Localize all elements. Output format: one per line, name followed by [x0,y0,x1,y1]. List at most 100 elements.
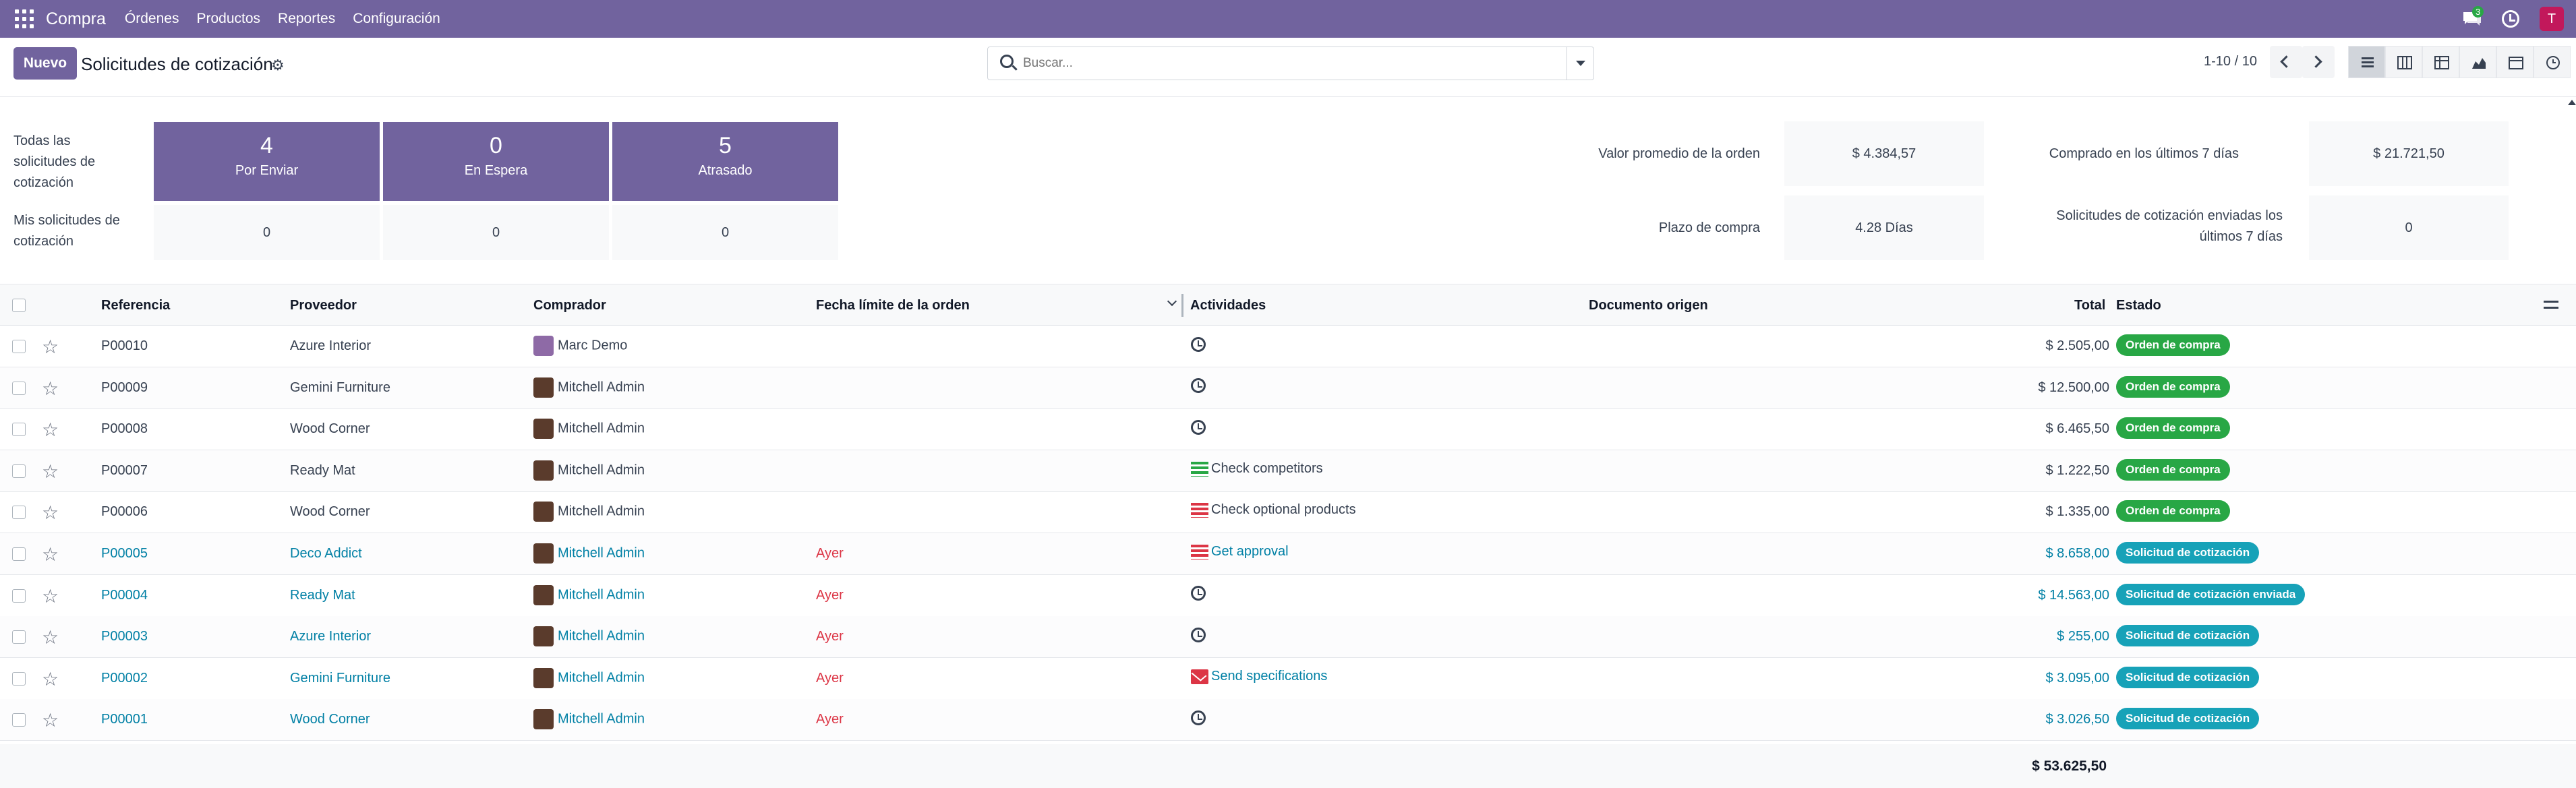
row-checkbox[interactable] [12,547,26,561]
kanban-view-button[interactable] [2385,46,2422,78]
star-icon[interactable]: ☆ [42,460,59,483]
card-late[interactable]: 5 Atrasado [612,122,838,201]
col-ref[interactable]: Referencia [101,298,170,313]
activity-view-button[interactable] [2534,46,2571,78]
cell-vendor: Gemini Furniture [290,380,390,395]
star-icon[interactable]: ☆ [42,709,59,731]
cell-deadline: Ayer [816,629,844,644]
activities-clock-icon[interactable] [2502,10,2519,28]
table-row[interactable]: ☆ P00001 Wood Corner Mitchell Admin Ayer $ 3.… [0,699,2576,741]
table-row[interactable]: ☆ P00005 Deco Addict Mitchell Admin Ayer Get … [0,533,2576,575]
col-state[interactable]: Estado [2116,298,2161,313]
cell-activity[interactable] [1191,336,1206,352]
cell-activity[interactable] [1191,419,1206,435]
pivot-view-button[interactable] [2422,46,2459,78]
my-late-count[interactable]: 0 [612,205,838,260]
clock-icon[interactable] [1191,627,1206,642]
sort-desc-icon[interactable] [1167,296,1177,307]
table-row[interactable]: ☆ P00004 Ready Mat Mitchell Admin Ayer $ 14.5… [0,575,2576,617]
buyer-name: Mitchell Admin [558,545,645,561]
column-resize-handle[interactable] [1181,294,1183,317]
cell-activity[interactable]: Send specifications [1191,669,1327,684]
menu-reportes[interactable]: Reportes [278,11,335,27]
calendar-view-button[interactable] [2496,46,2534,78]
table-row[interactable]: ☆ P00006 Wood Corner Mitchell Admin Check op… [0,491,2576,534]
new-button[interactable]: Nuevo [13,47,77,80]
col-deadline[interactable]: Fecha límite de la orden [816,298,970,313]
user-avatar[interactable]: T [2540,7,2564,31]
cell-activity[interactable] [1191,378,1206,394]
cell-activity[interactable] [1191,627,1206,642]
messages-icon[interactable]: 3 [2461,6,2484,29]
clock-icon[interactable] [1191,419,1206,435]
gear-icon[interactable]: ⚙ [271,57,285,74]
clock-icon[interactable] [1191,710,1206,726]
clock-icon[interactable] [1191,586,1206,601]
cell-vendor: Wood Corner [290,504,370,520]
graph-view-button[interactable] [2459,46,2496,78]
pager-value[interactable]: 1-10 / 10 [2204,54,2257,69]
card-to-send[interactable]: 4 Por Enviar [154,122,380,201]
app-name[interactable]: Compra [46,9,106,29]
search-options-dropdown[interactable] [1567,47,1593,80]
table-row[interactable]: ☆ P00002 Gemini Furniture Mitchell Admin Aye… [0,658,2576,700]
col-origin[interactable]: Documento origen [1589,298,1708,313]
row-checkbox[interactable] [12,381,26,395]
activity-type-icon [1191,461,1208,477]
col-vendor[interactable]: Proveedor [290,298,357,313]
star-icon[interactable]: ☆ [42,377,59,400]
col-buyer[interactable]: Comprador [533,298,606,313]
avg-order-label: Valor promedio de la orden [1598,146,1760,161]
row-checkbox[interactable] [12,464,26,478]
cell-deadline: Ayer [816,670,844,686]
pager-previous-button[interactable] [2270,46,2302,78]
clock-icon[interactable] [1191,378,1206,394]
cell-activity[interactable]: Get approval [1191,544,1289,559]
bought-7d-value: $ 21.721,50 [2309,121,2509,186]
cell-activity[interactable]: Check competitors [1191,461,1323,477]
menu-ordenes[interactable]: Órdenes [125,11,179,27]
star-icon[interactable]: ☆ [42,502,59,524]
table-row[interactable]: ☆ P00009 Gemini Furniture Mitchell Admin $ 1… [0,367,2576,409]
clock-icon[interactable] [1191,336,1206,352]
card-waiting[interactable]: 0 En Espera [383,122,609,201]
pager-next-button[interactable] [2302,46,2335,78]
cell-activity[interactable] [1191,586,1206,601]
row-checkbox[interactable] [12,340,26,353]
row-checkbox[interactable] [12,506,26,520]
star-icon[interactable]: ☆ [42,543,59,566]
col-total[interactable]: Total [2074,298,2105,313]
col-activities[interactable]: Actividades [1190,298,1266,313]
row-checkbox[interactable] [12,588,26,603]
select-all-checkbox[interactable] [12,299,26,312]
star-icon[interactable]: ☆ [42,626,59,648]
table-row[interactable]: ☆ P00010 Azure Interior Marc Demo $ 2.505,00… [0,326,2576,367]
row-checkbox[interactable] [12,713,26,727]
menu-productos[interactable]: Productos [196,11,260,27]
cell-total: $ 14.563,00 [2038,587,2109,603]
menu-configuracion[interactable]: Configuración [353,11,440,27]
table-row[interactable]: ☆ P00003 Azure Interior Mitchell Admin Ayer $… [0,616,2576,659]
cell-activity[interactable] [1191,710,1206,726]
search-input[interactable] [1023,54,1549,73]
search-icon[interactable] [1000,55,1014,68]
row-checkbox[interactable] [12,671,26,686]
star-icon[interactable]: ☆ [42,668,59,690]
my-to-send-count[interactable]: 0 [154,205,380,260]
star-icon[interactable]: ☆ [42,336,59,358]
star-icon[interactable]: ☆ [42,585,59,607]
page-title[interactable]: Solicitudes de cotización [81,54,273,75]
row-checkbox[interactable] [12,423,26,437]
table-row[interactable]: ☆ P00007 Ready Mat Mitchell Admin Check comp… [0,450,2576,492]
my-waiting-count[interactable]: 0 [383,205,609,260]
list-view-button[interactable] [2348,46,2385,78]
app-menu-icon[interactable] [15,9,34,28]
star-icon[interactable]: ☆ [42,419,59,441]
cell-activity[interactable]: Check optional products [1191,502,1356,518]
optional-columns-icon[interactable] [2544,298,2558,311]
scroll-up-arrow[interactable] [2568,100,2576,105]
table-row[interactable]: ☆ P00008 Wood Corner Mitchell Admin $ 6.465,… [0,408,2576,451]
buyer-avatar [533,419,554,440]
cell-ref: P00009 [101,380,148,395]
row-checkbox[interactable] [12,630,26,644]
